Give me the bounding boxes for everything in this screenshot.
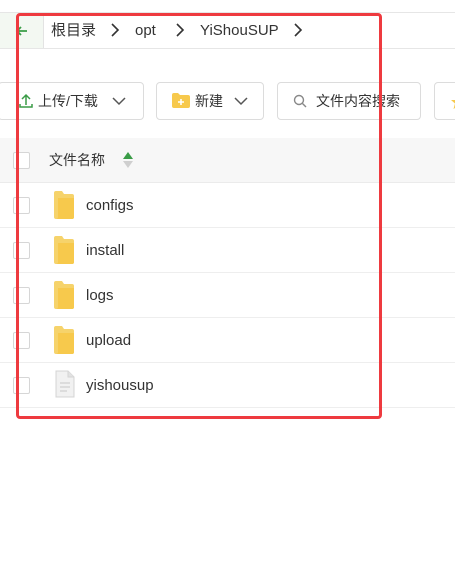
file-name[interactable]: install (86, 242, 124, 259)
table-row[interactable]: install (0, 228, 455, 273)
chevron-right-icon (294, 23, 303, 37)
folder-icon (54, 236, 74, 264)
star-icon (451, 100, 455, 109)
table-row[interactable]: configs (0, 183, 455, 228)
file-icon (55, 370, 75, 398)
table-row[interactable]: yishousup (0, 363, 455, 408)
breadcrumb-root[interactable]: 根目录 (51, 22, 96, 39)
chevron-right-icon (176, 23, 185, 37)
new-button[interactable]: 新建 (156, 82, 264, 120)
breadcrumb-opt[interactable]: opt (135, 22, 156, 39)
file-name[interactable]: configs (86, 197, 134, 214)
row-checkbox[interactable] (13, 242, 30, 259)
toolbar: 上传/下载 新建 文件内容搜索 (0, 66, 455, 122)
back-button[interactable] (0, 13, 44, 48)
new-label: 新建 (195, 93, 223, 109)
favorites-button[interactable] (434, 82, 455, 120)
breadcrumb: 根目录 opt YiShouSUP (0, 12, 455, 49)
upload-icon (19, 93, 33, 108)
folder-icon (54, 281, 74, 309)
content-search-label: 文件内容搜索 (316, 93, 400, 109)
row-checkbox[interactable] (13, 332, 30, 349)
row-checkbox[interactable] (13, 287, 30, 304)
table-row[interactable]: logs (0, 273, 455, 318)
back-arrow-icon (15, 26, 27, 36)
content-search-button[interactable]: 文件内容搜索 (277, 82, 421, 120)
breadcrumb-yishousup[interactable]: YiShouSUP (200, 22, 279, 39)
folder-icon (54, 191, 74, 219)
chevron-down-icon (112, 97, 126, 106)
column-header-name[interactable]: 文件名称 (49, 152, 105, 168)
chevron-down-icon (234, 97, 248, 106)
new-folder-icon (172, 93, 190, 108)
table-row[interactable]: upload (0, 318, 455, 363)
sort-icon[interactable] (122, 151, 134, 169)
select-all-checkbox[interactable] (13, 152, 30, 169)
chevron-right-icon (111, 23, 120, 37)
folder-icon (54, 326, 74, 354)
row-checkbox[interactable] (13, 377, 30, 394)
upload-download-label: 上传/下载 (38, 93, 98, 109)
row-checkbox[interactable] (13, 197, 30, 214)
file-name[interactable]: yishousup (86, 377, 154, 394)
file-name[interactable]: logs (86, 287, 114, 304)
search-icon (293, 94, 307, 108)
table-header: 文件名称 (0, 138, 455, 183)
upload-download-button[interactable]: 上传/下载 (0, 82, 144, 120)
file-name[interactable]: upload (86, 332, 131, 349)
